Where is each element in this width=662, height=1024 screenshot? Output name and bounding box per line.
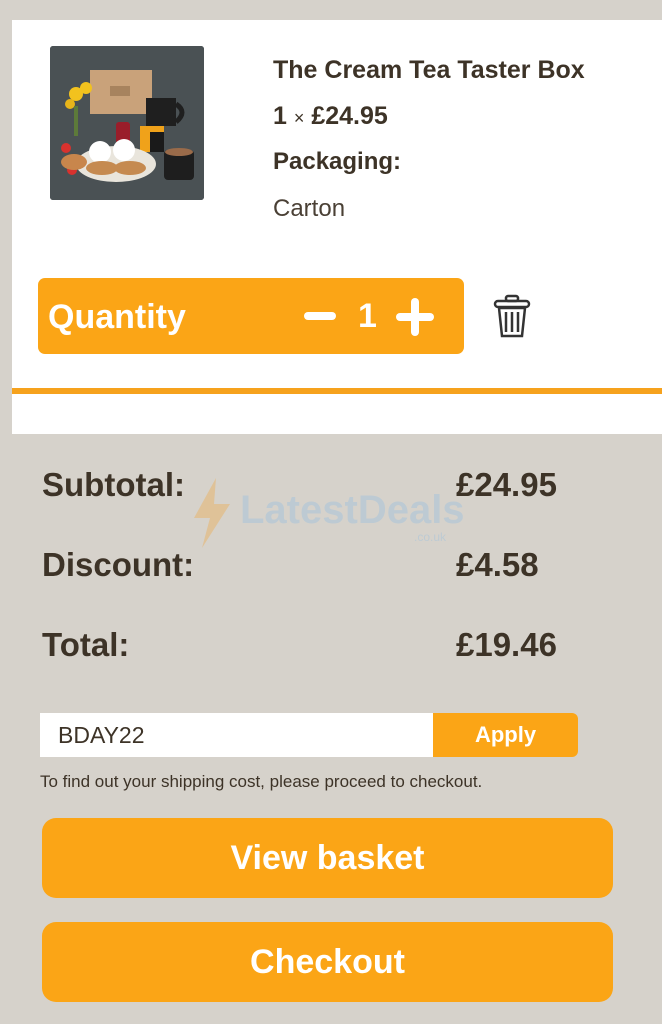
item-count: 1 [273,102,287,130]
quantity-stepper: Quantity 1 [38,278,464,354]
cart-item-card: The Cream Tea Taster Box 1 × £24.95 Pack… [12,20,662,434]
total-value: £19.46 [456,626,557,663]
total-label: Total: [42,626,130,663]
subtotal-label: Subtotal: [42,466,185,503]
plus-icon[interactable] [396,298,434,336]
quantity-value: 1 [358,297,377,335]
trash-icon[interactable] [492,294,532,340]
quantity-label: Quantity [48,298,186,336]
packaging-label: Packaging: [273,148,402,175]
watermark: LatestDeals .co.uk [188,474,478,554]
lightning-icon [194,478,230,548]
minus-icon[interactable] [304,298,336,332]
product-title[interactable]: The Cream Tea Taster Box [273,56,585,85]
packaging-value: Carton [273,195,346,222]
top-strip [0,0,662,20]
discount-value: £4.58 [456,546,539,583]
discount-label: Discount: [42,546,195,583]
multiply-sign: × [293,108,305,128]
watermark-text: LatestDeals [240,488,465,532]
checkout-button[interactable]: Checkout [42,922,613,1002]
divider [12,388,662,394]
view-basket-button[interactable]: View basket [42,818,613,898]
product-image[interactable] [50,46,204,200]
coupon-input[interactable] [40,713,434,757]
apply-button[interactable]: Apply [433,713,578,757]
subtotal-value: £24.95 [456,466,557,503]
unit-price: £24.95 [311,102,388,130]
shipping-note: To find out your shipping cost, please p… [40,772,483,791]
product-price: 1 × £24.95 [273,102,388,131]
watermark-sub: .co.uk [414,530,447,544]
